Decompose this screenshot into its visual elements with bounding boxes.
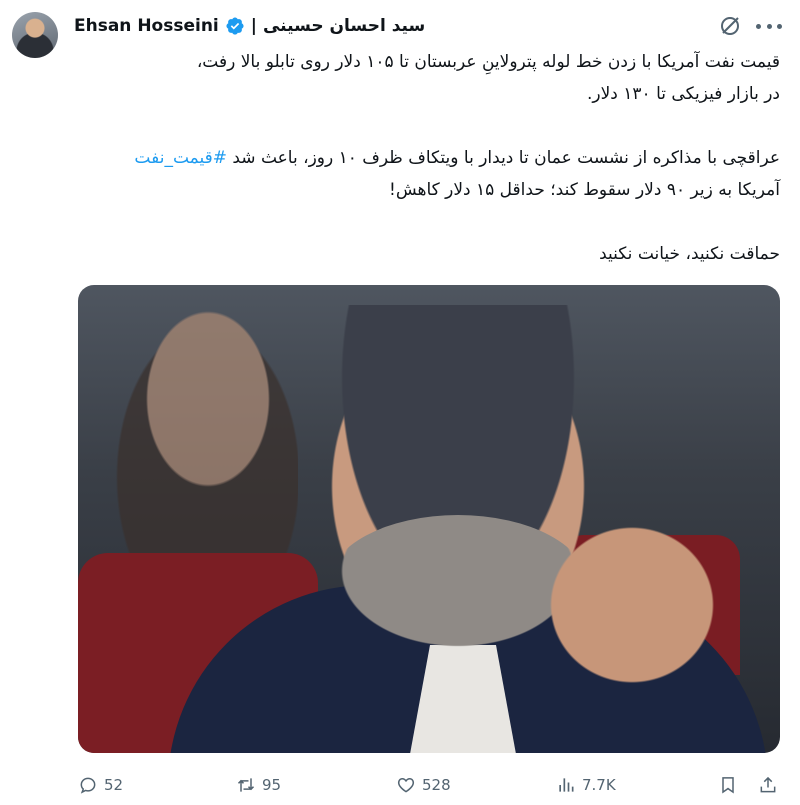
heart-icon [397, 777, 415, 793]
photo-hand [548, 485, 758, 685]
tweet-line-4: آمریکا به زیر ۹۰ دلار سقوط کند؛ حداقل ۱۵… [389, 180, 780, 200]
hashtag-link[interactable]: #قیمت_نفت [134, 148, 227, 168]
author-name-fa[interactable]: سید احسان حسینی [263, 16, 425, 36]
tweet-line-3-text: عراقچی با مذاکره از نشست عمان تا دیدار ب… [232, 148, 780, 168]
reply-button[interactable]: 52 [78, 772, 123, 798]
views-count: 7.7K [582, 776, 616, 794]
photo-background-person [98, 295, 298, 555]
tweet-text: قیمت نفت آمریکا با زدن خط لوله پترولاینِ… [80, 46, 780, 270]
tweet-line-3: عراقچی با مذاکره از نشست عمان تا دیدار ب… [80, 142, 780, 174]
views-icon [559, 778, 574, 792]
tweet-line-1: قیمت نفت آمریکا با زدن خط لوله پترولاینِ… [196, 52, 780, 72]
repost-count: 95 [262, 776, 282, 794]
repost-button[interactable]: 95 [236, 772, 281, 798]
views-button[interactable]: 7.7K [556, 772, 616, 798]
like-count: 528 [422, 776, 451, 794]
grok-icon[interactable] [718, 14, 742, 38]
tweet-line-2: در بازار فیزیکی تا ۱۳۰ دلار. [587, 84, 780, 104]
bookmark-icon [722, 777, 734, 794]
more-icon[interactable] [756, 14, 782, 38]
avatar[interactable] [12, 12, 58, 58]
reply-icon [80, 777, 96, 794]
author-line[interactable]: Ehsan Hosseini | سید احسان حسینی [74, 14, 425, 38]
name-separator: | [250, 16, 257, 36]
like-button[interactable]: 528 [396, 772, 451, 798]
reply-count: 52 [104, 776, 124, 794]
share-icon [760, 776, 776, 793]
tweet-photo[interactable] [78, 285, 780, 753]
tweet-line-5: حماقت نکنید، خیانت نکنید [599, 244, 780, 264]
verified-badge-icon [226, 17, 244, 35]
share-button[interactable] [758, 772, 778, 798]
action-bar: 52 95 528 7.7K [0, 768, 800, 802]
repost-icon [237, 778, 255, 792]
author-name-en[interactable]: Ehsan Hosseini [74, 16, 219, 36]
bookmark-button[interactable] [718, 772, 738, 798]
